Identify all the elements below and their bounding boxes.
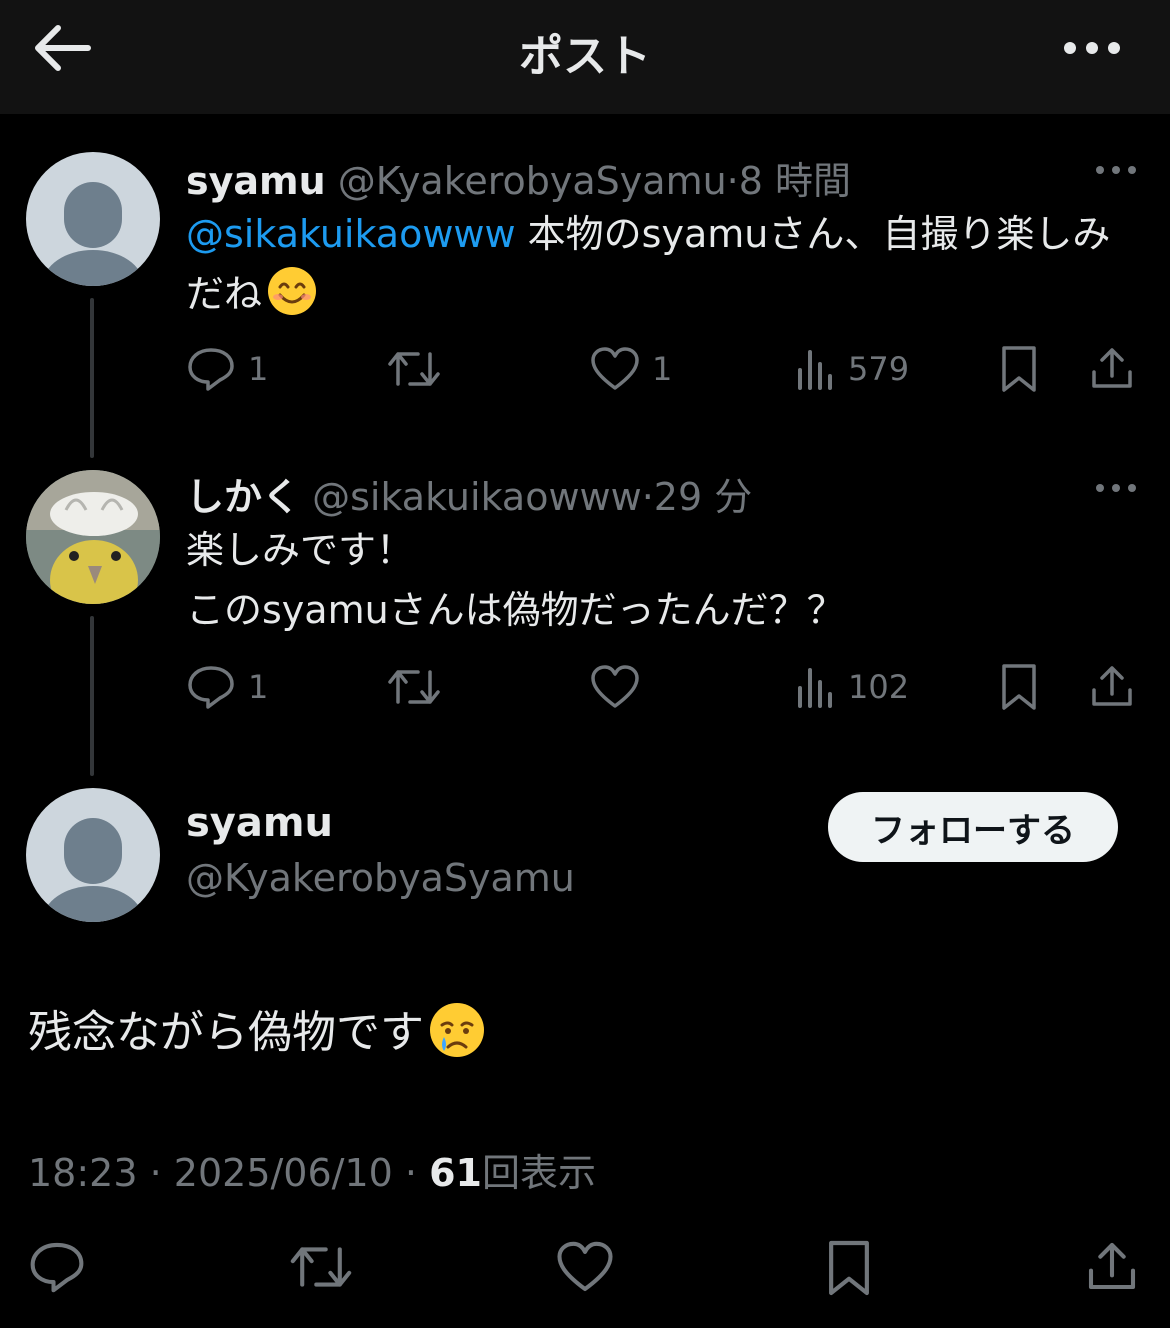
user-name[interactable]: しかく (186, 475, 300, 519)
analytics-icon (798, 350, 832, 390)
crying-face-icon (430, 1003, 484, 1057)
avatar[interactable] (26, 470, 160, 604)
page-title: ポスト (519, 31, 651, 82)
reply-button[interactable]: 1 (186, 346, 268, 392)
bird-avatar-image (26, 470, 160, 604)
user-handle[interactable]: @sikakuikaowww (312, 475, 642, 519)
thread-line (90, 298, 94, 458)
retweet-icon (388, 670, 440, 704)
tweet-meta: syamu @KyakerobyaSyamu·8 時間 (186, 150, 851, 205)
tweet-more-button[interactable] (1094, 160, 1138, 180)
analytics-icon (798, 668, 832, 708)
separator: · (641, 475, 654, 519)
view-count[interactable]: 61 (429, 1151, 482, 1195)
user-name[interactable]: syamu (186, 159, 326, 203)
retweet-icon (388, 352, 440, 386)
mention-link[interactable]: @sikakuikaowww (186, 212, 516, 256)
heart-icon (591, 347, 639, 390)
bookmark-icon (829, 1240, 869, 1296)
default-avatar-icon (43, 182, 143, 286)
share-button[interactable] (1088, 662, 1136, 710)
tweet-text: @sikakuikaowww 本物のsyamuさん、自撮り楽しみだね (186, 204, 1146, 324)
reply-icon (188, 348, 234, 391)
post-text: 残念ながら偽物です (28, 996, 486, 1060)
like-count: 1 (652, 350, 673, 388)
follow-button[interactable]: フォローする (828, 792, 1118, 862)
share-icon (1088, 1242, 1136, 1290)
separator: · (149, 1151, 162, 1195)
tweet-meta: しかく @sikakuikaowww·29 分 (186, 466, 752, 521)
user-handle[interactable]: @KyakerobyaSyamu (186, 856, 575, 900)
user-handle[interactable]: @KyakerobyaSyamu (338, 159, 727, 203)
share-icon (1092, 666, 1132, 706)
top-bar: ポスト (0, 0, 1170, 114)
tweet-more-button[interactable] (1094, 478, 1138, 498)
view-count: 102 (848, 668, 910, 706)
reply-icon (30, 1242, 84, 1293)
thread-line (90, 616, 94, 776)
views-button[interactable]: 579 (796, 346, 909, 392)
heart-icon (591, 665, 639, 708)
retweet-button[interactable] (288, 1240, 354, 1294)
more-options-button[interactable] (1062, 26, 1122, 70)
more-horizontal-icon (1096, 484, 1136, 492)
user-name[interactable]: syamu (186, 800, 333, 846)
avatar[interactable] (26, 152, 160, 286)
like-button[interactable] (556, 1240, 614, 1294)
bookmark-button[interactable] (998, 662, 1040, 712)
view-count: 579 (848, 350, 910, 388)
post-body: 残念ながら偽物です (28, 1007, 424, 1058)
reply-button[interactable] (28, 1240, 86, 1294)
separator: · (726, 159, 739, 203)
reply-button[interactable]: 1 (186, 664, 268, 710)
reply-count: 1 (248, 350, 269, 388)
more-horizontal-icon (1096, 166, 1136, 174)
smiling-face-icon (268, 267, 317, 315)
separator: · (404, 1151, 418, 1195)
share-button[interactable] (1088, 344, 1136, 392)
bookmark-button[interactable] (998, 344, 1040, 394)
retweet-icon (290, 1247, 352, 1287)
share-button[interactable] (1084, 1238, 1140, 1294)
retweet-button[interactable] (386, 346, 442, 392)
tweet-time[interactable]: 8 時間 (739, 159, 851, 203)
tweet-time[interactable]: 29 分 (654, 475, 752, 519)
heart-icon (557, 1241, 613, 1292)
retweet-button[interactable] (386, 664, 442, 710)
reply-count: 1 (248, 668, 269, 706)
avatar[interactable] (26, 788, 160, 922)
reply-icon (188, 666, 234, 709)
more-horizontal-icon (1064, 42, 1120, 54)
views-label: 回表示 (482, 1151, 597, 1195)
post-date: 2025/06/10 (173, 1151, 393, 1195)
default-avatar-icon (43, 818, 143, 922)
like-button[interactable] (590, 664, 640, 710)
post-time: 18:23 (28, 1151, 138, 1195)
tweet-text: 楽しみです！ このsyamuさんは偽物だったんだ？？ (186, 520, 1146, 640)
tweet-line: このsyamuさんは偽物だったんだ？？ (186, 588, 845, 632)
share-icon (1092, 348, 1132, 388)
tweet-line: 楽しみです！ (186, 528, 415, 572)
views-button[interactable]: 102 (796, 664, 909, 710)
post-stats: 18:23 · 2025/06/10 · 61回表示 (28, 1142, 596, 1197)
bookmark-button[interactable] (824, 1238, 874, 1298)
bookmark-icon (1002, 664, 1036, 710)
like-button[interactable]: 1 (590, 346, 672, 392)
bookmark-icon (1002, 346, 1036, 392)
